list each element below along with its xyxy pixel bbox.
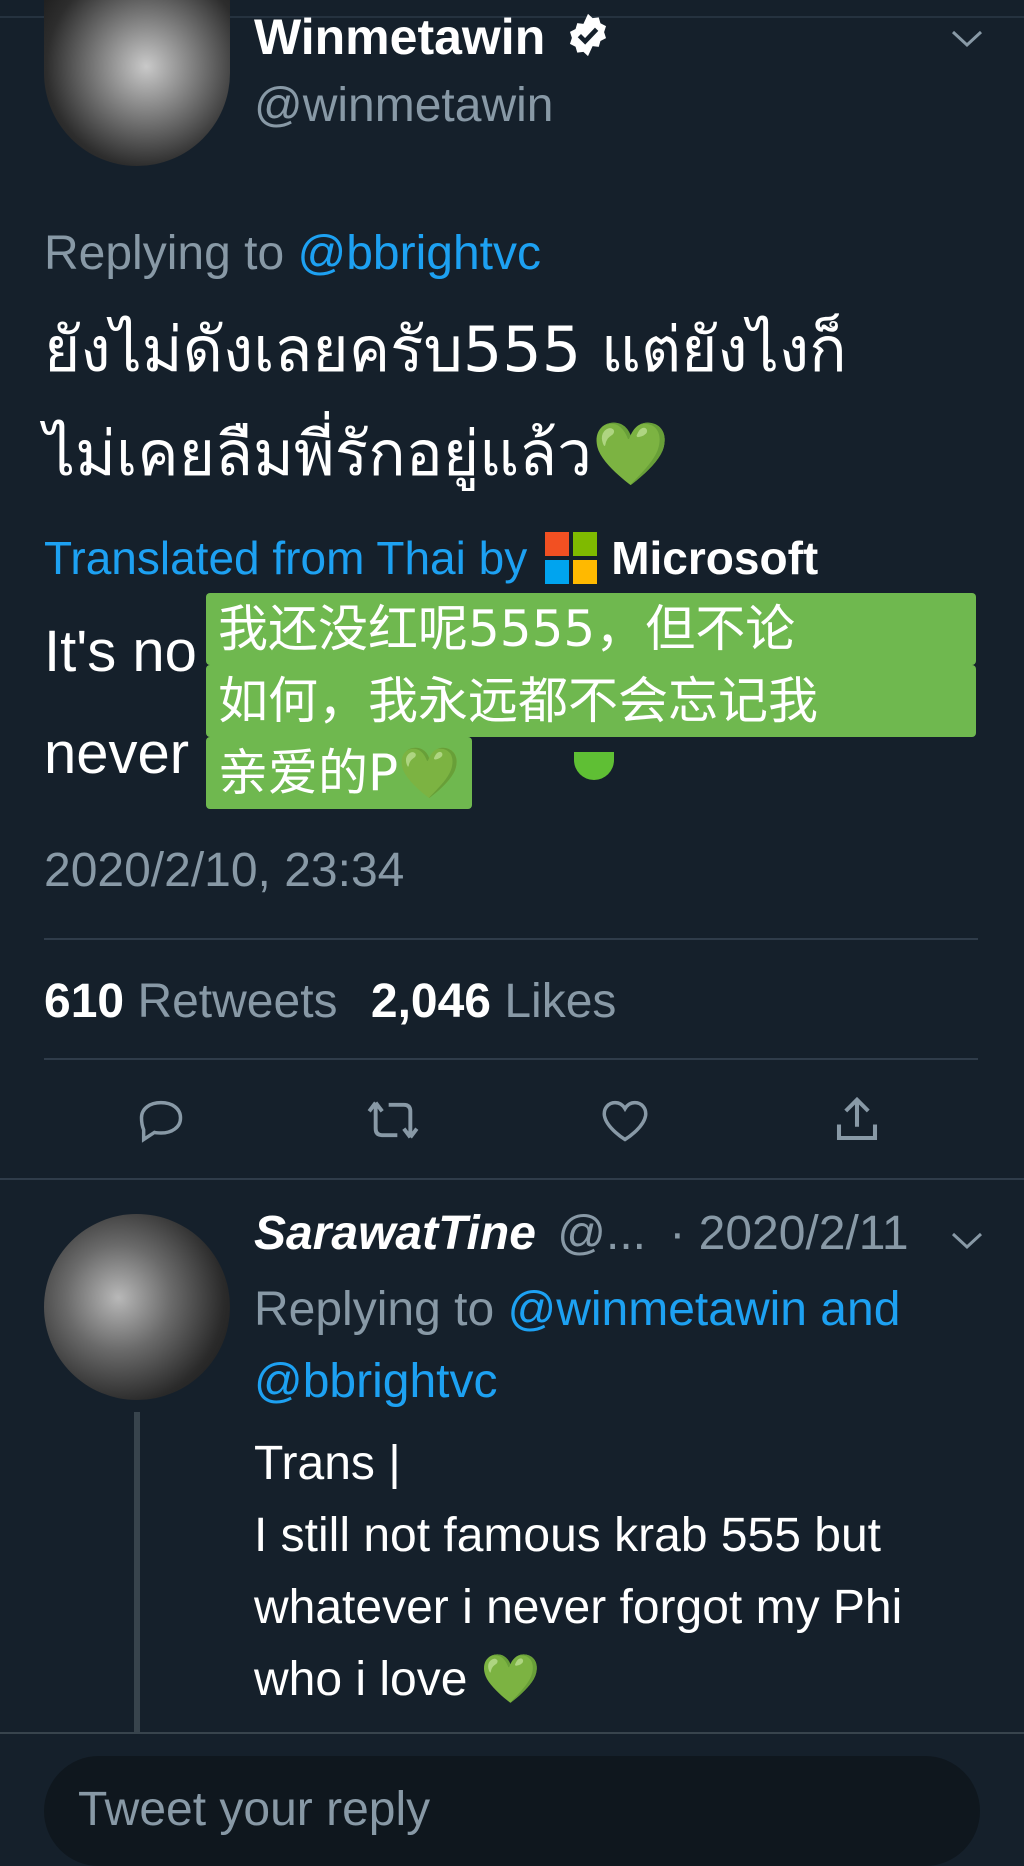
overlay-line-1: 我还没红呢5555，但不论 (206, 593, 976, 665)
replying-to-link[interactable]: @bbrightvc (297, 227, 541, 280)
author-name[interactable]: Winmetawin (254, 8, 611, 70)
overlay-line-2: 如何，我永远都不会忘记我 (206, 665, 976, 737)
share-icon[interactable] (827, 1090, 887, 1150)
tweet-timestamp[interactable]: 2020/2/10, 23:34 (44, 843, 404, 898)
reply-composer-input[interactable]: Tweet your reply (44, 1756, 980, 1866)
microsoft-logo-icon (545, 532, 598, 584)
reply-text: Trans | I still not famous krab 555 but … (254, 1437, 903, 1706)
translation-text-line1: It's no (44, 619, 197, 684)
reply-icon[interactable] (131, 1090, 191, 1150)
reply-author-name[interactable]: SarawatTine (254, 1207, 536, 1260)
divider (44, 1058, 978, 1060)
verified-badge-icon (565, 12, 611, 70)
translation-text-line2: never (44, 721, 190, 786)
section-divider (0, 1178, 1024, 1180)
retweet-icon[interactable] (363, 1090, 423, 1150)
author-handle[interactable]: @winmetawin (254, 78, 553, 133)
author-avatar[interactable] (44, 0, 230, 166)
heart-icon[interactable] (595, 1090, 655, 1150)
replying-to: Replying to @bbrightvc (44, 227, 541, 280)
tweet-stats: 610 Retweets 2,046 Likes (44, 974, 616, 1029)
chevron-down-icon[interactable] (950, 1230, 984, 1257)
overlay-line-3: 亲爱的P💚 (206, 737, 473, 809)
reply-header: SarawatTine @... · 2020/2/11 (254, 1206, 909, 1261)
retweets-stat[interactable]: 610 Retweets (44, 975, 351, 1028)
translation-attribution[interactable]: Translated from Thai by Microsoft (44, 528, 818, 588)
reply-replying-to: Replying to @winmetawin and @bbrightvc (254, 1274, 900, 1418)
tweet-text: ยังไม่ดังเลยครับ555 แต่ยังไงก็ ไม่เคยลืม… (44, 313, 847, 490)
translation-overlay: 我还没红呢5555，但不论 如何，我永远都不会忘记我 亲爱的P💚 (206, 593, 976, 809)
chevron-down-icon[interactable] (950, 28, 984, 55)
replying-to-link[interactable]: @winmetawin and (507, 1283, 900, 1336)
composer-divider (0, 1732, 1024, 1734)
replying-to-link[interactable]: @bbrightvc (254, 1346, 900, 1418)
thread-line (134, 1412, 140, 1734)
reply-composer-placeholder: Tweet your reply (78, 1783, 431, 1836)
reply-date[interactable]: · 2020/2/11 (669, 1207, 908, 1260)
reply-author-avatar[interactable] (44, 1214, 230, 1400)
likes-stat[interactable]: 2,046 Likes (371, 975, 617, 1028)
reply-author-handle[interactable]: @... (557, 1207, 646, 1260)
divider (44, 938, 978, 940)
